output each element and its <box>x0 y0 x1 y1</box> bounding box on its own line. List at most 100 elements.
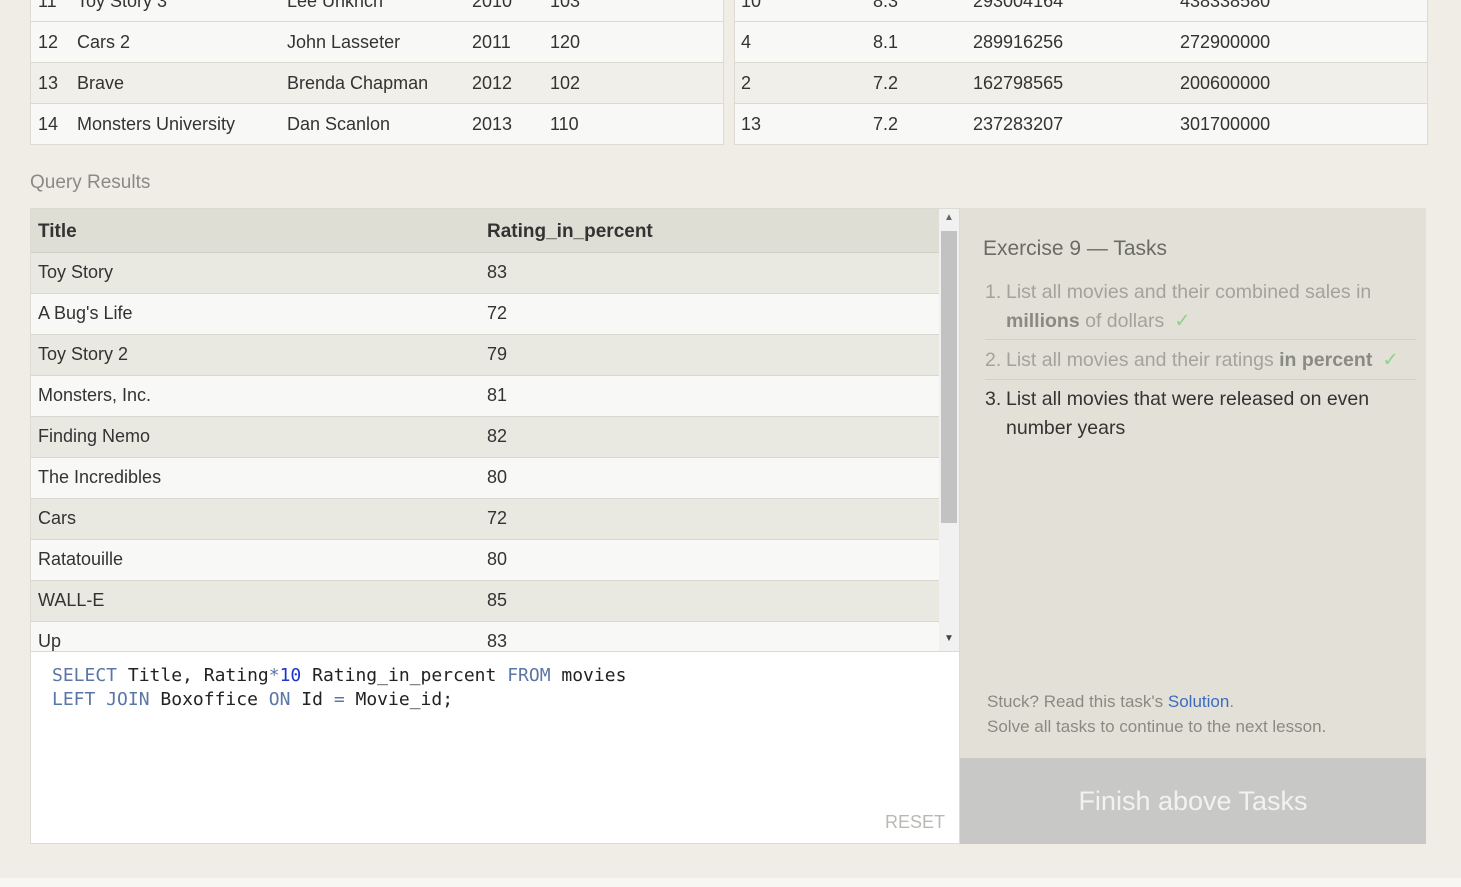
movie-year-cell: 2011 <box>472 32 511 52</box>
boxoffice-rating-cell: 7.2 <box>873 114 899 134</box>
keyword-on: ON <box>268 689 291 710</box>
boxoffice-movie-id-cell: 2 <box>741 73 752 93</box>
movie-length-cell: 102 <box>550 73 581 93</box>
scroll-down-icon[interactable]: ▼ <box>944 633 954 644</box>
sql-editor[interactable]: SELECT Title, Rating*10 Rating_in_percen… <box>30 652 960 844</box>
movie-length-cell: 103 <box>550 0 581 11</box>
boxoffice-movie-id-cell: 4 <box>741 32 752 52</box>
table-row: A Bug's Life 72 <box>31 294 939 335</box>
boxoffice-international-cell: 272900000 <box>1180 32 1271 52</box>
movie-title-cell: Monsters University <box>77 114 236 134</box>
number-literal: 10 <box>279 665 302 686</box>
boxoffice-rating-cell: 8.1 <box>873 32 899 52</box>
stuck-hint-text: . <box>1229 692 1235 711</box>
boxoffice-domestic-cell: 162798565 <box>973 73 1064 93</box>
keyword-select: SELECT <box>52 665 118 686</box>
result-title-cell: Ratatouille <box>38 549 124 569</box>
tasks-panel: Exercise 9 — Tasks 1. List all movies an… <box>960 208 1426 758</box>
task-text: List all movies and their ratings in per… <box>1006 346 1414 375</box>
task-text-emphasis: in percent <box>1279 349 1373 371</box>
task-text-emphasis: millions <box>1006 310 1080 332</box>
task-number: 1. <box>985 281 1002 303</box>
movies-table: 11 Toy Story 3 Lee Unkrich 2010 103 12 C… <box>30 0 724 145</box>
boxoffice-domestic-cell: 289916256 <box>973 32 1064 52</box>
table-row: Toy Story 83 <box>31 253 939 294</box>
scrollbar-thumb[interactable] <box>941 231 957 523</box>
result-title-cell: Toy Story <box>38 262 114 282</box>
query-results-panel[interactable]: Title Rating_in_percent Toy Story 83 A B… <box>30 208 960 652</box>
boxoffice-domestic-cell: 237283207 <box>973 114 1064 134</box>
code-text: Title, Rating <box>117 665 269 686</box>
movie-id-cell: 13 <box>38 73 59 93</box>
result-rating-cell: 83 <box>487 262 508 282</box>
movie-title-cell: Brave <box>77 73 125 93</box>
movie-id-cell: 12 <box>38 32 59 52</box>
boxoffice-domestic-cell: 293004164 <box>973 0 1064 11</box>
result-rating-cell: 80 <box>487 467 508 487</box>
movie-title-cell: Cars 2 <box>77 32 131 52</box>
task-text: List all movies that were released on ev… <box>1006 388 1370 439</box>
boxoffice-movie-id-cell: 13 <box>741 114 762 134</box>
task-item: 1. List all movies and their combined sa… <box>985 278 1416 340</box>
result-rating-cell: 80 <box>487 549 508 569</box>
table-row: Toy Story 2 79 <box>31 335 939 376</box>
code-text: Id <box>290 689 334 710</box>
result-rating-cell: 79 <box>487 344 508 364</box>
keyword-join: JOIN <box>106 689 150 710</box>
table-row: 13 Brave Brenda Chapman 2012 102 <box>31 63 723 104</box>
result-title-cell: WALL-E <box>38 590 105 610</box>
code-line[interactable]: LEFT JOIN Boxoffice ON Id = Movie_id; <box>52 689 453 710</box>
result-title-cell: Up <box>38 631 62 651</box>
result-rating-cell: 72 <box>487 508 508 528</box>
boxoffice-rating-cell: 7.2 <box>873 73 899 93</box>
table-row: WALL-E 85 <box>31 581 939 622</box>
movie-director-cell: John Lasseter <box>287 32 401 52</box>
movie-year-cell: 2012 <box>472 73 513 93</box>
task-number: 3. <box>985 388 1002 410</box>
movie-year-cell: 2013 <box>472 114 513 134</box>
result-title-cell: Finding Nemo <box>38 426 151 446</box>
task-text: List all movies and their combined sales… <box>1006 278 1414 336</box>
movie-director-cell: Brenda Chapman <box>287 73 429 93</box>
checkmark-icon: ✓ <box>1382 349 1399 371</box>
table-row: 14 Monsters University Dan Scanlon 2013 … <box>31 104 723 144</box>
result-rating-cell: 82 <box>487 426 508 446</box>
results-header-row: Title Rating_in_percent <box>31 209 939 253</box>
table-row: 4 8.1 289916256 272900000 <box>735 22 1427 63</box>
task-text-part: of dollars <box>1079 310 1165 332</box>
operator: = <box>333 689 345 710</box>
solve-note: Solve all tasks to continue to the next … <box>987 717 1327 736</box>
reset-button[interactable]: RESET <box>885 812 945 833</box>
code-text: Boxoffice <box>149 689 269 710</box>
finish-tasks-button[interactable]: Finish above Tasks <box>960 758 1426 844</box>
scroll-up-icon[interactable]: ▲ <box>944 212 954 223</box>
result-title-cell: A Bug's Life <box>38 303 133 323</box>
checkmark-icon: ✓ <box>1174 310 1191 332</box>
result-rating-cell: 81 <box>487 385 508 405</box>
code-text: Movie_id; <box>344 689 454 710</box>
boxoffice-international-cell: 301700000 <box>1180 114 1271 134</box>
movie-year-cell: 2010 <box>472 0 513 11</box>
result-rating-cell: 85 <box>487 590 508 610</box>
table-row: Finding Nemo 82 <box>31 417 939 458</box>
movie-director-cell: Lee Unkrich <box>287 0 384 11</box>
keyword-left: LEFT <box>52 689 96 710</box>
boxoffice-international-cell: 438338580 <box>1180 0 1271 11</box>
task-text-part: List all movies and their ratings <box>1006 349 1280 371</box>
movie-length-cell: 120 <box>550 32 581 52</box>
code-line[interactable]: SELECT Title, Rating*10 Rating_in_percen… <box>52 665 626 686</box>
code-text: movies <box>550 665 627 686</box>
table-row: Cars 72 <box>31 499 939 540</box>
result-title-cell: The Incredibles <box>38 467 162 487</box>
movie-title-cell: Toy Story 3 <box>77 0 168 11</box>
solution-link[interactable]: Solution <box>1168 692 1229 711</box>
movie-id-cell: 14 <box>38 114 59 134</box>
table-row: 11 Toy Story 3 Lee Unkrich 2010 103 <box>31 0 723 22</box>
result-rating-cell: 83 <box>487 631 508 651</box>
task-item: 3. List all movies that were released on… <box>985 385 1416 443</box>
result-title-cell: Cars <box>38 508 77 528</box>
operator: * <box>268 665 280 686</box>
table-row: The Incredibles 80 <box>31 458 939 499</box>
results-scrollbar[interactable]: ▲ ▼ <box>939 209 959 651</box>
